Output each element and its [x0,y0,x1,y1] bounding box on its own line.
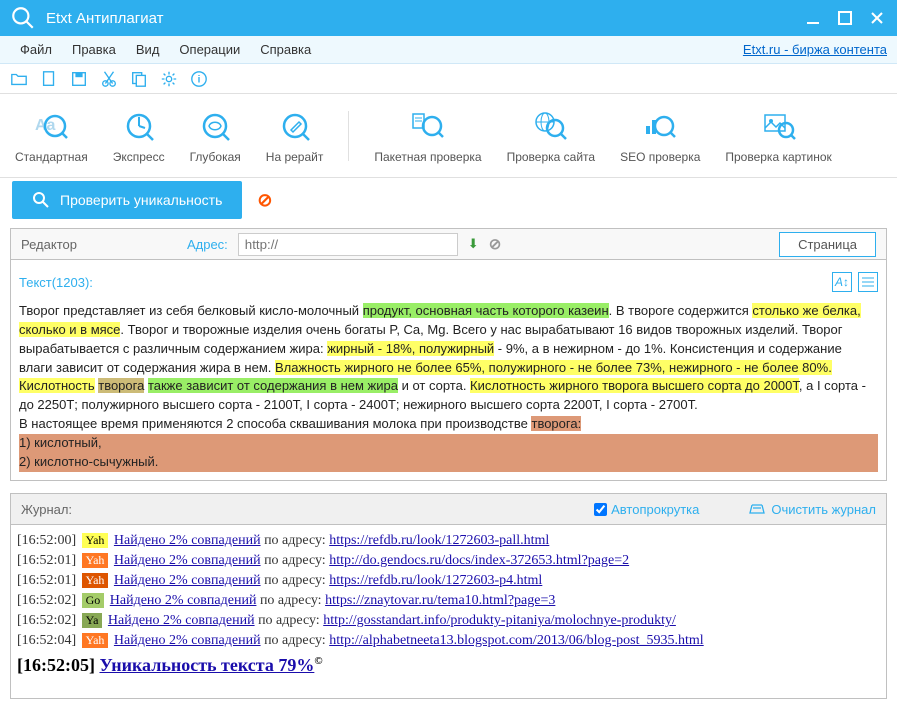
log-row: [16:52:01] Yah Найдено 2% совпадений по … [17,551,880,571]
page-tab[interactable]: Страница [779,232,876,257]
log-row: [16:52:02] Ya Найдено 2% совпадений по а… [17,611,880,631]
url-link[interactable]: https://znaytovar.ru/tema10.html?page=3 [325,593,555,608]
actionbar: Проверить уникальность ⊘ [0,178,897,222]
url-link[interactable]: http://alphabetneeta13.blogspot.com/2013… [329,633,703,648]
external-link[interactable]: Etxt.ru - биржа контента [743,42,887,57]
toolbar-small: i [0,64,897,94]
text-content[interactable]: Творог представляет из себя белковый кис… [19,302,878,472]
url-link[interactable]: http://do.gendocs.ru/docs/index-372653.h… [329,553,629,568]
deep-icon [197,108,233,144]
close-button[interactable] [867,8,887,28]
cancel-icon[interactable]: ⊘ [257,190,272,211]
menubar: Файл Правка Вид Операции Справка Etxt.ru… [0,36,897,64]
address-input[interactable] [238,233,458,256]
menu-view[interactable]: Вид [126,42,170,57]
workspace-bar: Редактор Адрес: ⬇ ⊘ Страница [10,228,887,260]
text-count-label: Текст(1203): [19,275,93,290]
mode-deep[interactable]: Глубокая [190,108,241,164]
log-row: [16:52:00] Yah Найдено 2% совпадений по … [17,531,880,551]
url-link[interactable]: http://gosstandart.info/produkty-pitaniy… [323,613,676,628]
uniqueness-link[interactable]: Уникальность текста 79% [99,655,314,675]
mode-images-label: Проверка картинок [725,150,831,164]
mode-seo-label: SEO проверка [620,150,700,164]
mode-images[interactable]: Проверка картинок [725,108,831,164]
check-uniqueness-button[interactable]: Проверить уникальность [12,181,242,219]
log-row: [16:52:02] Go Найдено 2% совпадений по а… [17,591,880,611]
app-logo-icon [10,5,36,31]
stop-icon[interactable]: ⊘ [489,235,502,253]
uniqueness-result: [16:52:05] Уникальность текста 79%© [17,651,880,676]
match-link[interactable]: Найдено 2% совпадений [110,593,257,608]
log-row: [16:52:01] Yah Найдено 2% совпадений по … [17,571,880,591]
search-icon [32,191,50,209]
new-file-icon[interactable] [40,70,58,88]
match-link[interactable]: Найдено 2% совпадений [114,533,261,548]
mode-express[interactable]: Экспресс [113,108,165,164]
mode-batch[interactable]: Пакетная проверка [374,108,481,164]
autoscroll-checkbox[interactable]: Автопрокрутка [594,502,699,517]
go-icon[interactable]: ⬇ [468,236,479,252]
match-link[interactable]: Найдено 2% совпадений [114,573,261,588]
clear-label: Очистить журнал [771,502,876,517]
help-icon[interactable]: i [190,70,208,88]
check-button-label: Проверить уникальность [60,192,222,208]
mode-seo[interactable]: SEO проверка [620,108,700,164]
match-link[interactable]: Найдено 2% совпадений [108,613,255,628]
editor-panel: Текст(1203): A↕ Творог представляет из с… [10,260,887,481]
minimize-button[interactable] [803,8,823,28]
toolbar-separator [348,111,349,161]
mode-rewrite[interactable]: На рерайт [266,108,324,164]
match-link[interactable]: Найдено 2% совпадений [114,633,261,648]
url-link[interactable]: https://refdb.ru/look/1272603-p4.html [329,573,542,588]
menu-file[interactable]: Файл [10,42,62,57]
mode-standard-label: Стандартная [15,150,88,164]
mode-standard[interactable]: Aa Стандартная [15,108,88,164]
menu-help[interactable]: Справка [250,42,321,57]
clear-journal-button[interactable]: Очистить журнал [749,502,876,517]
autoscroll-label: Автопрокрутка [611,502,699,517]
standard-icon: Aa [33,108,69,144]
mode-site-label: Проверка сайта [507,150,596,164]
url-link[interactable]: https://refdb.ru/look/1272603-pall.html [329,533,549,548]
images-icon [761,108,797,144]
app-title: Etxt Антиплагиат [46,10,803,27]
match-link[interactable]: Найдено 2% совпадений [114,553,261,568]
mode-site[interactable]: Проверка сайта [507,108,596,164]
journal-content[interactable]: [16:52:00] Yah Найдено 2% совпадений по … [10,525,887,699]
settings-icon[interactable] [160,70,178,88]
mode-rewrite-label: На рерайт [266,150,324,164]
seo-icon [642,108,678,144]
maximize-button[interactable] [835,8,855,28]
open-folder-icon[interactable] [10,70,28,88]
menu-edit[interactable]: Правка [62,42,126,57]
autoscroll-input[interactable] [594,503,607,516]
batch-icon [410,108,446,144]
address-label: Адрес: [187,237,228,252]
site-icon [533,108,569,144]
journal-bar: Журнал: Автопрокрутка Очистить журнал [10,493,887,525]
titlebar: Etxt Антиплагиат [0,0,897,36]
mode-batch-label: Пакетная проверка [374,150,481,164]
broom-icon [749,502,765,516]
toolbar-main: Aa Стандартная Экспресс Глубокая На рера… [0,94,897,178]
save-icon[interactable] [70,70,88,88]
mode-deep-label: Глубокая [190,150,241,164]
menu-operations[interactable]: Операции [169,42,250,57]
journal-label: Журнал: [21,502,72,517]
editor-label: Редактор [21,237,77,252]
copy-icon[interactable] [130,70,148,88]
cut-icon[interactable] [100,70,118,88]
svg-text:i: i [198,74,201,85]
rewrite-icon [277,108,313,144]
log-row: [16:52:04] Yah Найдено 2% совпадений по … [17,631,880,651]
align-tool-icon[interactable] [858,272,878,292]
font-tool-icon[interactable]: A↕ [832,272,852,292]
mode-express-label: Экспресс [113,150,165,164]
express-icon [121,108,157,144]
